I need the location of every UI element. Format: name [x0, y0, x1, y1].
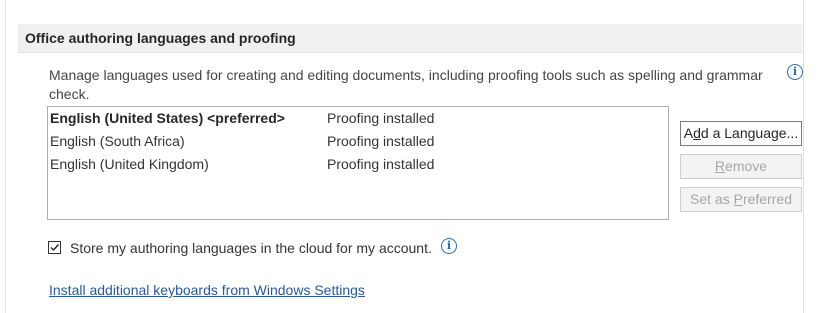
set-as-preferred-button[interactable]: Set as Preferred: [680, 187, 802, 212]
checkmark-icon: [50, 244, 60, 252]
language-list[interactable]: English (United States) <preferred> Proo…: [47, 106, 669, 220]
language-row[interactable]: English (United Kingdom) Proofing instal…: [49, 153, 667, 175]
add-language-button[interactable]: Add a Language...: [680, 121, 802, 146]
store-in-cloud-checkbox[interactable]: [48, 241, 61, 254]
language-name: English (United States) <preferred>: [50, 110, 285, 126]
language-name: English (South Africa): [50, 133, 185, 149]
left-frame-border: [0, 0, 6, 313]
cloud-info-icon[interactable]: i: [441, 238, 457, 254]
install-keyboards-link[interactable]: Install additional keyboards from Window…: [49, 282, 365, 298]
info-icon[interactable]: i: [787, 64, 803, 80]
store-in-cloud-label: Store my authoring languages in the clou…: [70, 240, 432, 256]
language-row[interactable]: English (South Africa) Proofing installe…: [49, 130, 667, 152]
section-title: Office authoring languages and proofing: [25, 30, 296, 46]
section-description: Manage languages used for creating and e…: [49, 67, 763, 102]
language-status: Proofing installed: [327, 156, 435, 172]
language-status: Proofing installed: [327, 110, 435, 126]
language-status: Proofing installed: [327, 133, 435, 149]
right-frame-border: [803, 0, 804, 313]
section-header: Office authoring languages and proofing: [18, 24, 802, 53]
language-name: English (United Kingdom): [50, 156, 209, 172]
remove-button[interactable]: Remove: [680, 154, 802, 179]
language-row[interactable]: English (United States) <preferred> Proo…: [49, 107, 667, 129]
